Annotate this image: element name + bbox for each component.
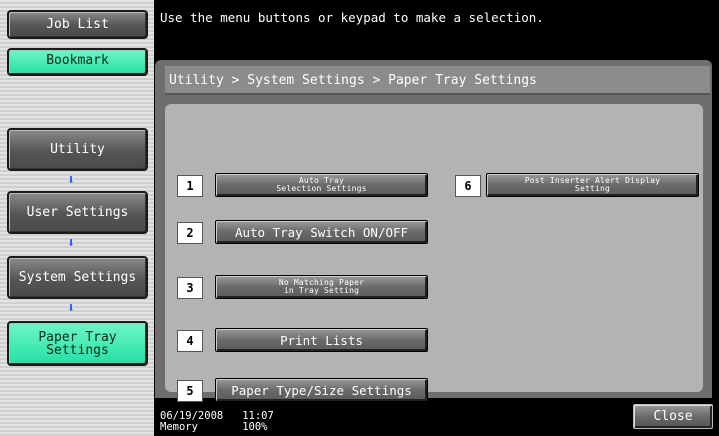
no-matching-paper-button[interactable]: No Matching Paper in Tray Setting bbox=[215, 275, 428, 299]
auto-tray-switch-button[interactable]: Auto Tray Switch ON/OFF bbox=[215, 220, 428, 244]
post-inserter-alert-button[interactable]: Post Inserter Alert Display Setting bbox=[486, 173, 699, 197]
job-list-button[interactable]: Job List bbox=[7, 10, 148, 39]
down-arrow-icon: ⬇ bbox=[67, 301, 75, 316]
instruction-message: Use the menu buttons or keypad to make a… bbox=[160, 10, 544, 25]
option-number: 3 bbox=[177, 277, 203, 299]
option-number: 1 bbox=[177, 175, 203, 197]
main-panel: Utility > System Settings > Paper Tray S… bbox=[155, 60, 712, 402]
down-arrow-icon: ⬇ bbox=[67, 236, 75, 251]
option-number: 4 bbox=[177, 330, 203, 352]
close-button[interactable]: Close bbox=[633, 404, 713, 429]
print-lists-button[interactable]: Print Lists bbox=[215, 328, 428, 352]
auto-tray-selection-settings-button[interactable]: Auto Tray Selection Settings bbox=[215, 173, 428, 197]
bookmark-button[interactable]: Bookmark bbox=[7, 48, 148, 76]
path-user-settings-button[interactable]: User Settings bbox=[7, 191, 148, 234]
path-system-settings-button[interactable]: System Settings bbox=[7, 256, 148, 299]
option-number: 5 bbox=[177, 380, 203, 402]
memory-value: 100% bbox=[242, 421, 268, 433]
path-utility-button[interactable]: Utility bbox=[7, 128, 148, 171]
status-area: 06/19/2008 11:07 Memory 100% bbox=[160, 411, 274, 433]
option-number: 2 bbox=[177, 222, 203, 244]
memory-label: Memory bbox=[160, 421, 198, 433]
sidebar: Job List Bookmark Utility ⬇ User Setting… bbox=[0, 0, 154, 436]
breadcrumb: Utility > System Settings > Paper Tray S… bbox=[165, 66, 710, 95]
paper-type-size-settings-button[interactable]: Paper Type/Size Settings bbox=[215, 378, 428, 402]
down-arrow-icon: ⬇ bbox=[67, 173, 75, 188]
options-area: 1 Auto Tray Selection Settings 2 Auto Tr… bbox=[165, 104, 703, 402]
option-number: 6 bbox=[455, 175, 481, 197]
path-paper-tray-settings-button[interactable]: Paper Tray Settings bbox=[7, 321, 148, 366]
